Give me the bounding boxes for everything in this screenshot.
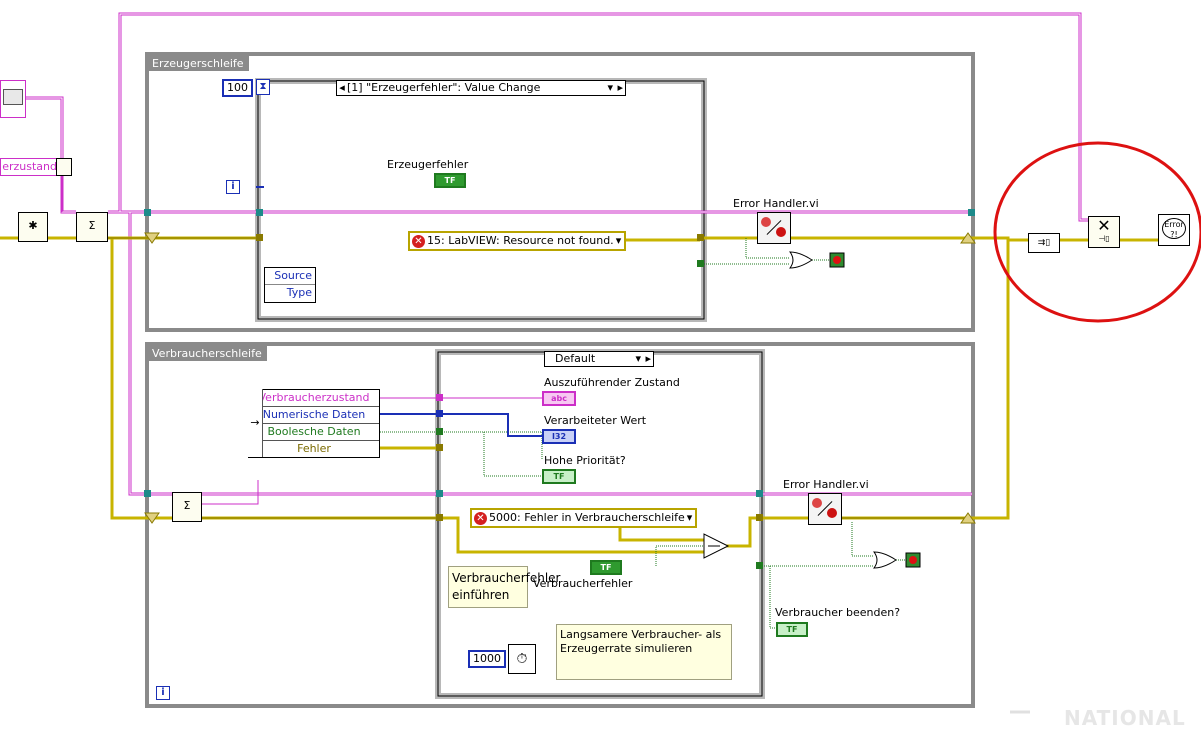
consumer-error-handler-icon[interactable] [808, 493, 842, 525]
merge-errors-icon[interactable]: ⇉▯ [1028, 233, 1060, 253]
unbundle-boolean: Boolesche Daten [249, 424, 379, 441]
stop-consumer-label: Verbraucher beenden? [775, 606, 901, 619]
simple-error-handler-icon[interactable]: Error?! [1158, 214, 1190, 246]
event-case-selector[interactable]: ◂ [1] "Erzeugerfehler": Value Change ▾ ▸ [336, 80, 626, 96]
event-data-node[interactable]: Source Type [264, 267, 316, 303]
error-x-icon: ✕ [412, 234, 425, 248]
producer-error-handler-label: Error Handler.vi [733, 197, 819, 210]
producer-error-text: 15: LabVIEW: Resource not found. [427, 234, 614, 247]
consumer-loop-title: Verbraucherschleife [147, 346, 267, 361]
bundle-node[interactable] [56, 158, 72, 176]
enqueue-node[interactable] [0, 80, 26, 118]
case-selector-label: Default [555, 352, 596, 365]
stop-consumer-indicator[interactable]: TF [776, 622, 808, 637]
hourglass-icon: ⧗ [256, 79, 270, 95]
out-value-label: Verarbeiteter Wert [544, 414, 647, 427]
consumer-error-constant[interactable]: ✕ 5000: Fehler in Verbraucherschleife ▾ [470, 508, 698, 528]
producer-error-boolean-control[interactable]: TF [434, 173, 466, 188]
event-structure-frame [255, 78, 707, 322]
consumer-iteration-terminal: i [156, 686, 170, 700]
queue-wire-top [118, 12, 1090, 222]
selector-dropdown-icon[interactable]: ▾ [607, 81, 613, 95]
out-priority-label: Hohe Priorität? [544, 454, 626, 467]
producer-error-constant[interactable]: ✕ 15: LabVIEW: Resource not found. ▾ [408, 231, 627, 251]
preview-queue-icon[interactable]: Σ [76, 212, 108, 242]
wait-ms-timer-icon[interactable]: ⏱ [508, 644, 536, 674]
event-source-label: Source [265, 268, 315, 285]
unbundle-arrow-icon: → [248, 389, 263, 457]
priority-boolean-indicator[interactable]: TF [542, 469, 576, 484]
producer-iteration-terminal: i [226, 180, 240, 194]
selector-decrement-icon[interactable]: ◂ [337, 81, 347, 95]
unbundle-error: Fehler [297, 442, 331, 455]
state-string-indicator[interactable]: abc [542, 391, 576, 406]
timeout-constant[interactable]: 100 [222, 79, 253, 97]
dropdown-arrow-icon[interactable]: ▾ [687, 510, 693, 526]
watermark: NATIONAL [1064, 706, 1186, 730]
wait-ms-constant[interactable]: 1000 [468, 650, 506, 668]
comment-slow-consumer: Langsamere Verbraucher- als Erzeugerrate… [556, 624, 732, 680]
out-state-label: Auszuführender Zustand [544, 376, 680, 389]
producer-error-handler-icon[interactable] [757, 212, 791, 244]
consumer-error-boolean-control[interactable]: TF [590, 560, 622, 575]
producer-loop-title: Erzeugerschleife [147, 56, 249, 71]
case-increment-icon[interactable]: ▸ [645, 352, 651, 366]
dequeue-icon[interactable]: Σ [172, 492, 202, 522]
unbundle-state: Verbraucherzustand [249, 390, 379, 407]
release-queue-icon[interactable]: ✕ ⊣▯ [1088, 216, 1120, 248]
error-icon-text: Error [1164, 220, 1184, 229]
consumer-error-text: 5000: Fehler in Verbraucherschleife [489, 511, 685, 524]
value-i32-indicator[interactable]: I32 [542, 429, 576, 444]
dropdown-arrow-icon[interactable]: ▾ [616, 233, 622, 249]
event-case-label: [1] "Erzeugerfehler": Value Change [347, 81, 541, 94]
event-type-label: Type [286, 286, 312, 299]
error-x-icon: ✕ [474, 511, 487, 525]
state-label: erzustand [0, 158, 60, 176]
unbundle-numeric: Numerische Daten [249, 407, 379, 424]
producer-control-label: Erzeugerfehler [387, 158, 469, 171]
obtain-queue-icon[interactable]: ✱ [18, 212, 48, 242]
queue-wire-left [26, 96, 76, 214]
unbundle-by-name-node[interactable]: Verbraucherzustand Numerische Daten Bool… [248, 389, 380, 458]
case-selector[interactable]: Default ▾ ▸ [544, 351, 654, 367]
error-bubble: Error?! [1162, 218, 1186, 239]
selector-increment-icon[interactable]: ▸ [617, 81, 623, 95]
case-dropdown-icon[interactable]: ▾ [635, 352, 641, 366]
consumer-error-handler-label: Error Handler.vi [783, 478, 869, 491]
comment-inject-error: Verbraucherfehler einführen [448, 566, 561, 608]
